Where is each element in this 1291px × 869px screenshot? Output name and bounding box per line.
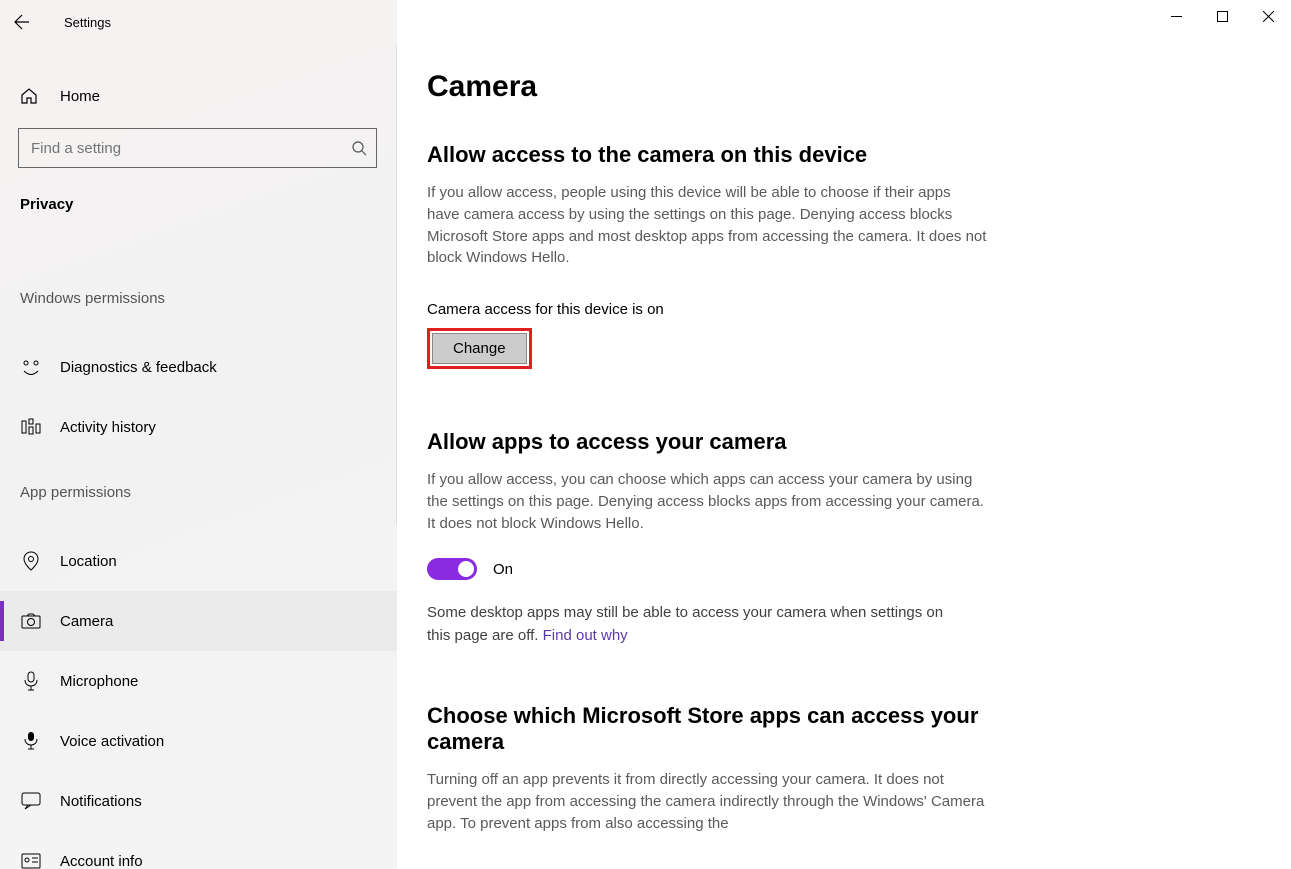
titlebar-left: Settings bbox=[0, 0, 397, 44]
device-access-status: Camera access for this device is on bbox=[427, 301, 1261, 318]
toggle-label: On bbox=[493, 561, 513, 578]
section2-body: If you allow access, you can choose whic… bbox=[427, 469, 987, 534]
sidebar-item-label: Diagnostics & feedback bbox=[60, 359, 217, 376]
sidebar-item-notifications[interactable]: Notifications bbox=[0, 771, 397, 831]
group-windows-permissions: Windows permissions Diagnostics & feedba… bbox=[0, 290, 397, 457]
desktop-apps-note: Some desktop apps may still be able to a… bbox=[427, 602, 967, 647]
window-title: Settings bbox=[64, 15, 111, 30]
change-button-highlight: Change bbox=[427, 328, 532, 369]
microphone-icon bbox=[20, 671, 42, 691]
sidebar-item-label: Voice activation bbox=[60, 733, 164, 750]
section1-body: If you allow access, people using this d… bbox=[427, 182, 987, 269]
note-text: Some desktop apps may still be able to a… bbox=[427, 604, 943, 644]
back-arrow-icon bbox=[14, 14, 30, 30]
section-app-access: Allow apps to access your camera If you … bbox=[427, 429, 1261, 647]
find-out-why-link[interactable]: Find out why bbox=[543, 627, 628, 644]
group-app-permissions: App permissions Location Camera bbox=[0, 484, 397, 869]
activity-icon bbox=[20, 418, 42, 436]
search-box[interactable] bbox=[18, 128, 377, 168]
section1-title: Allow access to the camera on this devic… bbox=[427, 142, 1261, 168]
sidebar-item-microphone[interactable]: Microphone bbox=[0, 651, 397, 711]
app-access-toggle[interactable] bbox=[427, 558, 477, 580]
close-button[interactable] bbox=[1245, 0, 1291, 32]
search-icon bbox=[342, 140, 376, 156]
section2-title: Allow apps to access your camera bbox=[427, 429, 1261, 455]
section-device-access: Allow access to the camera on this devic… bbox=[427, 142, 1261, 369]
toggle-knob bbox=[458, 561, 474, 577]
main-content: Camera Allow access to the camera on thi… bbox=[397, 0, 1291, 869]
home-label: Home bbox=[60, 88, 100, 105]
section3-body: Turning off an app prevents it from dire… bbox=[427, 769, 987, 834]
page-title: Camera bbox=[427, 70, 1261, 104]
sidebar-item-camera[interactable]: Camera bbox=[0, 591, 397, 651]
voice-icon bbox=[20, 731, 42, 751]
home-nav[interactable]: Home bbox=[0, 74, 397, 118]
section-store-apps: Choose which Microsoft Store apps can ac… bbox=[427, 703, 1261, 834]
section3-title: Choose which Microsoft Store apps can ac… bbox=[427, 703, 987, 755]
sidebar-item-location[interactable]: Location bbox=[0, 531, 397, 591]
sidebar: Settings Home Privacy Windows permission… bbox=[0, 0, 397, 869]
sidebar-item-label: Microphone bbox=[60, 673, 138, 690]
sidebar-item-label: Notifications bbox=[60, 793, 142, 810]
sidebar-item-label: Camera bbox=[60, 613, 113, 630]
minimize-button[interactable] bbox=[1153, 0, 1199, 32]
location-icon bbox=[20, 551, 42, 571]
home-icon bbox=[20, 87, 42, 105]
maximize-button[interactable] bbox=[1199, 0, 1245, 32]
group-ap-label: App permissions bbox=[0, 484, 397, 501]
back-button[interactable] bbox=[0, 0, 44, 44]
diagnostics-icon bbox=[20, 358, 42, 376]
group-wp-label: Windows permissions bbox=[0, 290, 397, 307]
window-controls bbox=[1153, 0, 1291, 44]
change-button[interactable]: Change bbox=[432, 333, 527, 364]
sidebar-item-label: Account info bbox=[60, 853, 143, 869]
app-access-toggle-row: On bbox=[427, 558, 1261, 580]
sidebar-item-diagnostics[interactable]: Diagnostics & feedback bbox=[0, 337, 397, 397]
notifications-icon bbox=[20, 792, 42, 810]
category-label: Privacy bbox=[20, 196, 73, 213]
account-icon bbox=[20, 853, 42, 869]
sidebar-item-activity[interactable]: Activity history bbox=[0, 397, 397, 457]
sidebar-item-label: Activity history bbox=[60, 419, 156, 436]
search-input[interactable] bbox=[19, 140, 342, 157]
camera-icon bbox=[20, 613, 42, 629]
sidebar-item-account[interactable]: Account info bbox=[0, 831, 397, 869]
sidebar-item-voice[interactable]: Voice activation bbox=[0, 711, 397, 771]
sidebar-item-label: Location bbox=[60, 553, 117, 570]
settings-window: Settings Home Privacy Windows permission… bbox=[0, 0, 1291, 869]
